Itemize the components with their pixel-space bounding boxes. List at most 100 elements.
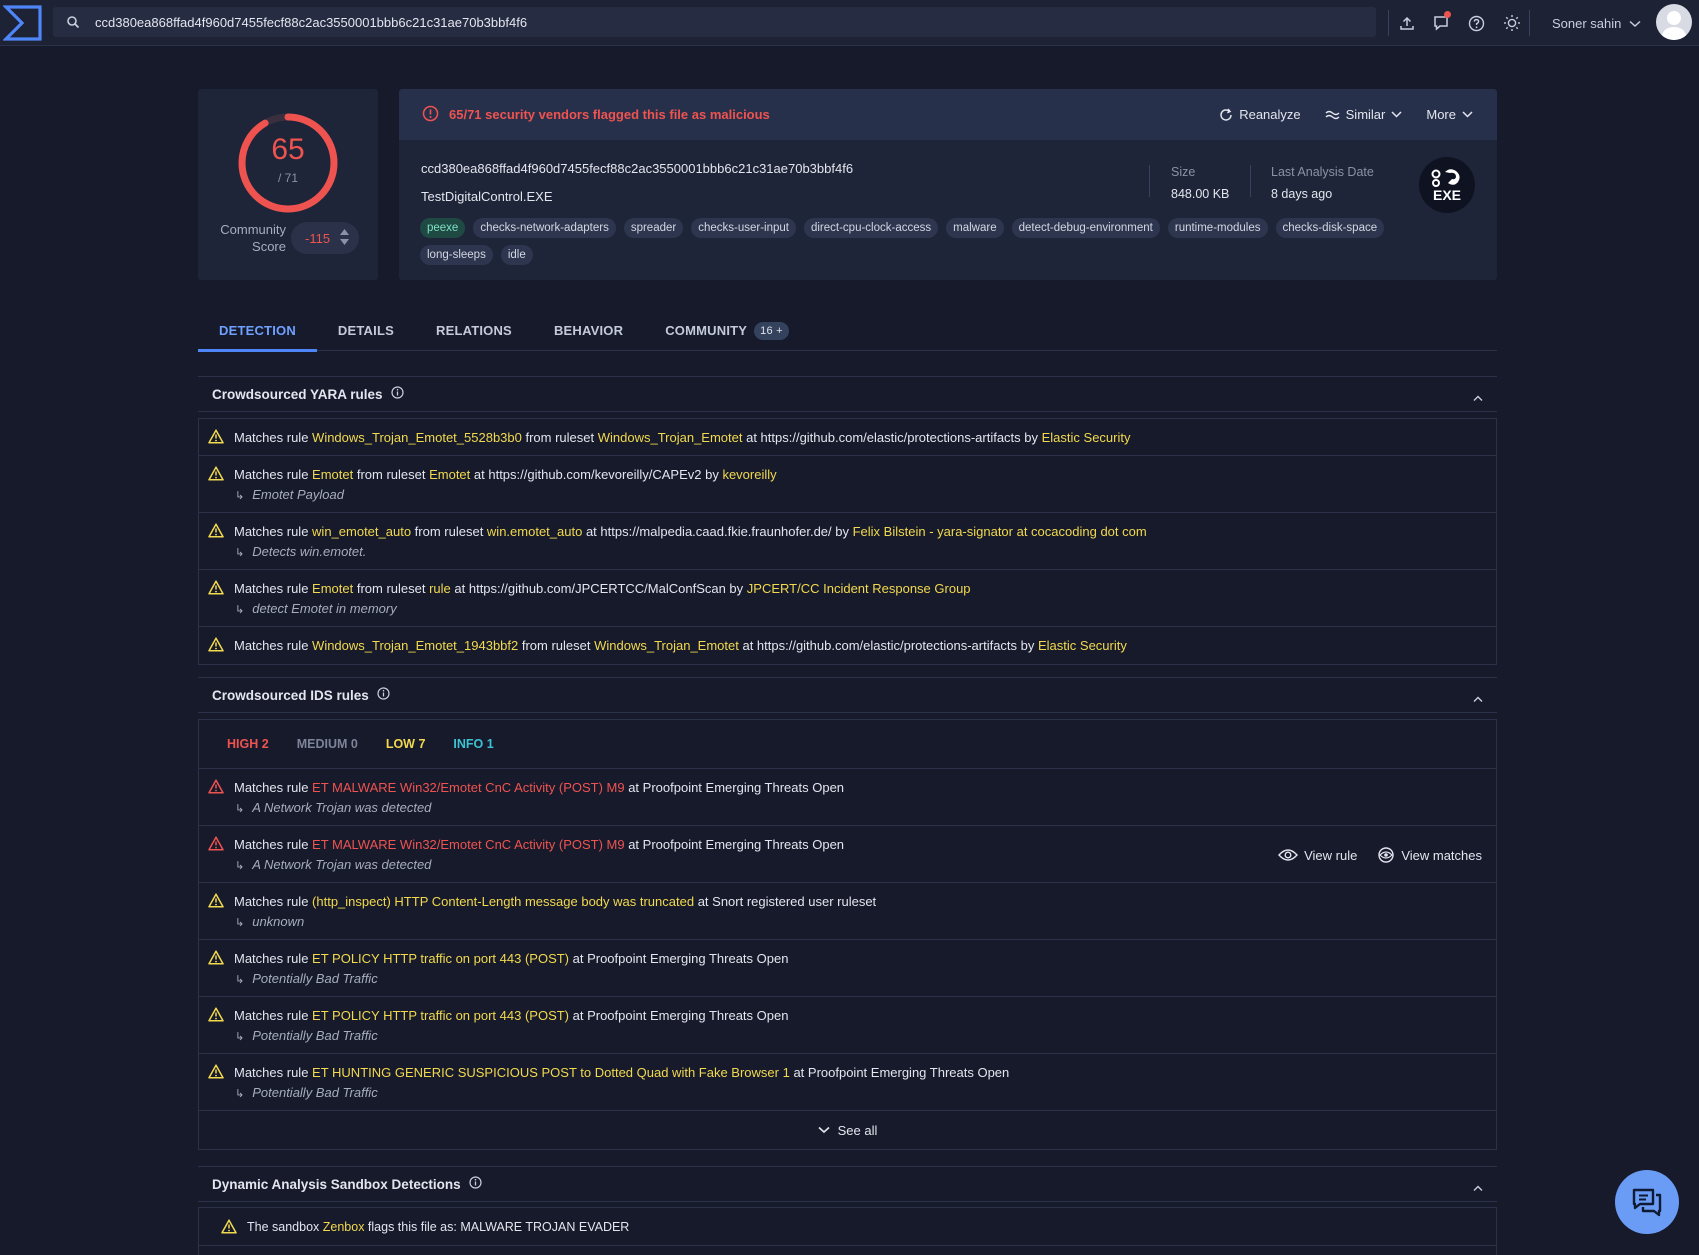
rule-link[interactable]: win_emotet_auto — [312, 524, 411, 539]
search-icon — [53, 15, 93, 29]
rule-link[interactable]: (http_inspect) HTTP Content-Length messa… — [312, 894, 694, 909]
ids-section-header[interactable]: Crowdsourced IDS rules — [198, 677, 1497, 713]
sandbox-section-header[interactable]: Dynamic Analysis Sandbox Detections — [198, 1166, 1497, 1202]
ruleset-link[interactable]: Windows_Trojan_Emotet — [598, 430, 743, 445]
search-bar[interactable] — [53, 7, 1376, 37]
user-name: Soner sahin — [1552, 15, 1622, 31]
author-link[interactable]: Elastic Security — [1038, 638, 1127, 653]
description-text: Emotet Payload — [252, 487, 344, 502]
match-prefix: Matches rule — [234, 638, 313, 653]
warning-icon — [208, 466, 224, 484]
rule-link[interactable]: ET POLICY HTTP traffic on port 443 (POST… — [312, 951, 569, 966]
rule-link[interactable]: Windows_Trojan_Emotet_5528b3b0 — [312, 430, 522, 445]
rule-match-text: Matches rule Windows_Trojan_Emotet_5528b… — [234, 419, 1496, 446]
filter-high[interactable]: HIGH 2 — [227, 737, 269, 751]
ids-severity-filters: HIGH 2 MEDIUM 0 LOW 7 INFO 1 — [199, 720, 1496, 769]
tab-details[interactable]: DETAILS — [317, 310, 415, 351]
more-dropdown[interactable]: More — [1426, 107, 1473, 122]
notifications-icon[interactable] — [1424, 0, 1459, 46]
view-rule-label: View rule — [1304, 847, 1358, 863]
filter-info[interactable]: INFO 1 — [453, 737, 493, 751]
file-hash[interactable]: ccd380ea868ffad4f960d7455fecf88c2ac35500… — [421, 161, 853, 176]
tab-behavior[interactable]: BEHAVIOR — [533, 310, 644, 351]
divider — [1250, 165, 1251, 197]
size-label: Size — [1171, 165, 1196, 179]
file-tag[interactable]: peexe — [420, 218, 466, 238]
file-tag[interactable]: spreader — [623, 218, 684, 238]
chevron-up-icon[interactable] — [1473, 1180, 1483, 1195]
virustotal-logo-icon[interactable] — [0, 0, 46, 46]
file-tag[interactable]: detect-debug-environment — [1011, 218, 1160, 238]
file-tag[interactable]: long-sleeps — [420, 245, 493, 265]
author-link[interactable]: kevoreilly — [722, 467, 776, 482]
chevron-down-icon — [1462, 111, 1473, 118]
file-tag[interactable]: runtime-modules — [1167, 218, 1268, 238]
sandbox-prefix: The sandbox — [247, 1219, 323, 1234]
warning-icon — [208, 836, 224, 854]
rule-description: ↳ Potentially Bad Traffic — [234, 1084, 1496, 1103]
ruleset-link[interactable]: win.emotet_auto — [487, 524, 582, 539]
rule-link[interactable]: ET POLICY HTTP traffic on port 443 (POST… — [312, 1008, 569, 1023]
file-tag[interactable]: idle — [500, 245, 533, 265]
reanalyze-button[interactable]: Reanalyze — [1219, 107, 1301, 122]
avatar[interactable] — [1656, 4, 1692, 40]
author-link[interactable]: Elastic Security — [1042, 430, 1131, 445]
chevron-up-icon[interactable] — [1473, 390, 1483, 405]
rule-link[interactable]: Emotet — [312, 581, 353, 596]
tab-relations[interactable]: RELATIONS — [415, 310, 533, 351]
chat-support-button[interactable] — [1615, 1170, 1679, 1234]
similar-dropdown[interactable]: Similar — [1325, 107, 1403, 122]
yara-section-header[interactable]: Crowdsourced YARA rules — [198, 376, 1497, 412]
rule-link[interactable]: ET MALWARE Win32/Emotet CnC Activity (PO… — [312, 837, 625, 852]
detection-total: / 71 — [277, 171, 298, 185]
more-label: More — [1426, 107, 1456, 122]
file-tag[interactable]: malware — [946, 218, 1004, 238]
source-text: at Snort registered user ruleset — [694, 894, 877, 909]
info-icon[interactable] — [468, 1176, 482, 1192]
sandbox-detections-list: The sandbox Zenbox flags this file as: M… — [198, 1207, 1497, 1255]
similar-icon — [1325, 110, 1340, 119]
help-icon[interactable] — [1459, 0, 1494, 46]
see-all-button[interactable]: See all — [199, 1111, 1496, 1149]
theme-toggle-icon[interactable] — [1494, 0, 1529, 46]
file-tag[interactable]: checks-user-input — [691, 218, 796, 238]
info-icon[interactable] — [390, 386, 404, 402]
reanalyze-label: Reanalyze — [1239, 107, 1301, 122]
vote-up-icon[interactable] — [340, 229, 349, 235]
filter-medium[interactable]: MEDIUM 0 — [297, 737, 358, 751]
upload-icon[interactable] — [1389, 0, 1424, 46]
tab-detection[interactable]: DETECTION — [198, 310, 317, 352]
file-tag[interactable]: checks-disk-space — [1275, 218, 1385, 238]
filter-low[interactable]: LOW 7 — [386, 737, 426, 751]
vote-down-icon[interactable] — [340, 239, 349, 245]
rule-link[interactable]: ET HUNTING GENERIC SUSPICIOUS POST to Do… — [312, 1065, 790, 1080]
author-link[interactable]: JPCERT/CC Incident Response Group — [747, 581, 971, 596]
info-icon[interactable] — [377, 687, 390, 703]
file-tag[interactable]: checks-network-adapters — [473, 218, 616, 238]
chevron-up-icon[interactable] — [1473, 691, 1483, 706]
exe-file-type-icon: EXE — [1419, 157, 1475, 213]
rule-description: ↳ Detects win.emotet. — [234, 543, 1496, 562]
view-rule-button[interactable]: View rule — [1278, 846, 1357, 864]
ruleset-link[interactable]: Windows_Trojan_Emotet — [594, 638, 739, 653]
rule-description: ↳ Emotet Payload — [234, 486, 1496, 505]
notification-dot — [1444, 11, 1451, 18]
match-prefix: Matches rule — [234, 581, 313, 596]
source-text: at Proofpoint Emerging Threats Open — [789, 1065, 1010, 1080]
view-matches-button[interactable]: View matches — [1377, 846, 1482, 864]
source-text: at https://github.com/JPCERTCC/MalConfSc… — [450, 581, 747, 596]
file-tag[interactable]: direct-cpu-clock-access — [803, 218, 939, 238]
search-input[interactable] — [95, 14, 1345, 30]
user-menu[interactable]: Soner sahin — [1552, 0, 1641, 46]
author-link[interactable]: Felix Bilstein - yara-signator at cocaco… — [853, 524, 1147, 539]
community-score-badge: -115 — [291, 222, 359, 254]
rule-link[interactable]: Windows_Trojan_Emotet_1943bbf2 — [312, 638, 518, 653]
ids-rule-row: Matches rule ET HUNTING GENERIC SUSPICIO… — [199, 1054, 1496, 1111]
sandbox-name-link[interactable]: Zenbox — [323, 1220, 365, 1234]
ruleset-link[interactable]: rule — [429, 581, 451, 596]
tab-community[interactable]: COMMUNITY 16 + — [644, 310, 809, 351]
rule-link[interactable]: Emotet — [312, 467, 353, 482]
ruleset-link[interactable]: Emotet — [429, 467, 470, 482]
rule-link[interactable]: ET MALWARE Win32/Emotet CnC Activity (PO… — [312, 780, 625, 795]
size-value: 848.00 KB — [1171, 187, 1230, 201]
